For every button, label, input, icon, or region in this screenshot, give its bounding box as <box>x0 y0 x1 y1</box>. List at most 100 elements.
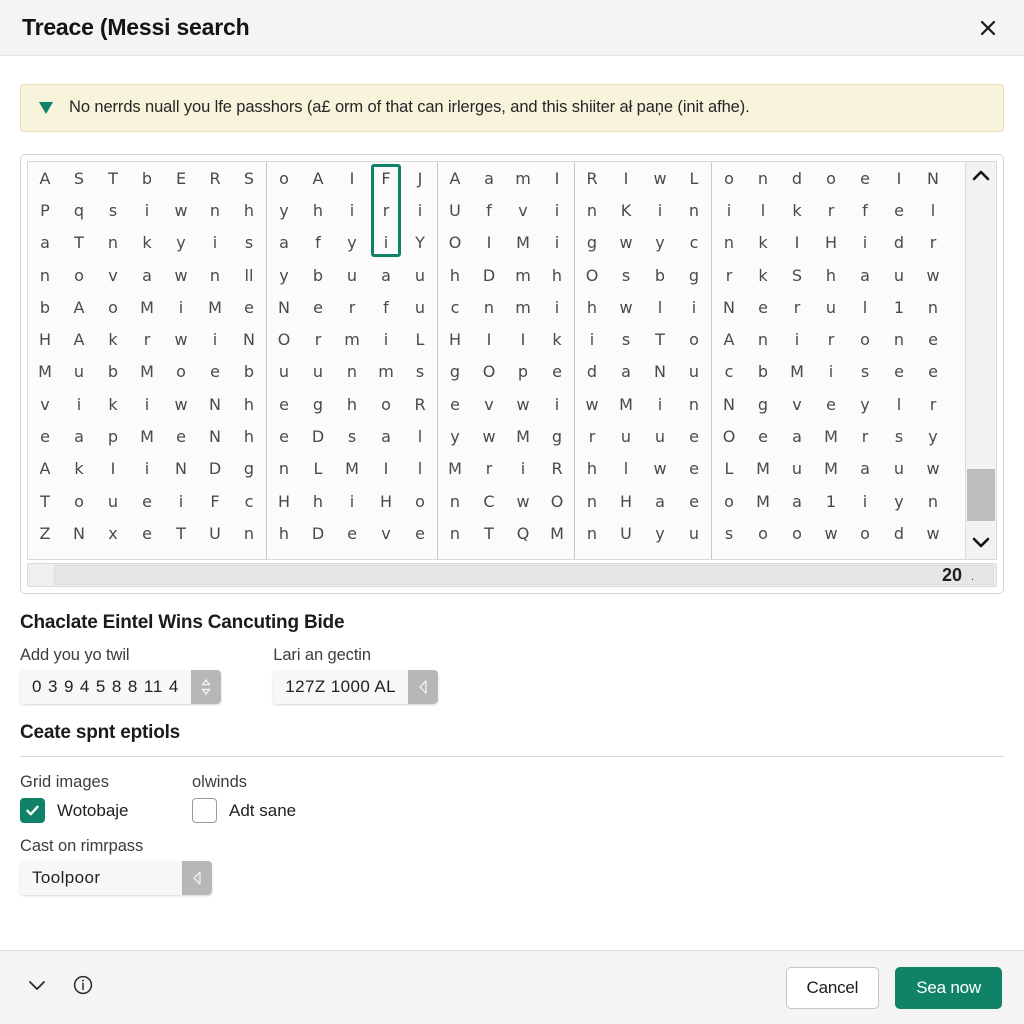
grid-cell[interactable]: c <box>712 362 746 381</box>
grid-cell[interactable]: w <box>609 233 643 252</box>
grid-cell[interactable]: o <box>712 492 746 511</box>
grid-cell[interactable]: N <box>643 362 677 381</box>
grid-cell[interactable]: i <box>848 233 882 252</box>
grid-horizontal-scrollbar[interactable]: 20 . <box>27 563 997 587</box>
grid-cell[interactable]: n <box>232 524 266 543</box>
grid-cell[interactable]: w <box>916 524 950 543</box>
cast-select-value[interactable]: Toolpoor <box>20 861 182 895</box>
grid-cell[interactable]: a <box>28 233 62 252</box>
grid-cell[interactable]: N <box>164 459 198 478</box>
grid-cell[interactable]: w <box>814 524 848 543</box>
grid-cell[interactable]: D <box>472 266 506 285</box>
grid-cell[interactable]: y <box>916 427 950 446</box>
grid-cell[interactable]: c <box>232 492 266 511</box>
grid-cell[interactable]: a <box>130 266 164 285</box>
grid-cell[interactable]: c <box>438 298 472 317</box>
grid-cell[interactable]: M <box>198 298 232 317</box>
grid-cell[interactable]: u <box>882 459 916 478</box>
cancel-button[interactable]: Cancel <box>785 966 880 1009</box>
grid-cell[interactable]: k <box>746 266 780 285</box>
stepper-updown-button[interactable] <box>191 670 222 704</box>
grid-cell[interactable]: w <box>472 427 506 446</box>
grid-cell[interactable]: H <box>438 330 472 349</box>
grid-cell[interactable]: o <box>164 362 198 381</box>
grid-cell[interactable]: w <box>164 330 198 349</box>
grid-cell[interactable]: N <box>267 298 301 317</box>
grid-cell[interactable]: y <box>438 427 472 446</box>
grid-cell[interactable]: e <box>882 201 916 220</box>
grid-cell[interactable]: i <box>814 362 848 381</box>
grid-cell[interactable]: u <box>62 362 96 381</box>
grid-cell[interactable]: D <box>301 524 335 543</box>
grid-cell[interactable]: O <box>472 362 506 381</box>
grid-cell[interactable]: i <box>130 395 164 414</box>
grid-cell[interactable]: u <box>780 459 814 478</box>
grid-cell[interactable]: y <box>848 395 882 414</box>
grid-cell[interactable]: e <box>677 492 711 511</box>
grid-cell[interactable]: l <box>403 459 437 478</box>
grid-cell[interactable]: M <box>438 459 472 478</box>
grid-cell[interactable]: e <box>438 395 472 414</box>
grid-cell[interactable]: O <box>540 492 574 511</box>
grid-cell[interactable]: u <box>301 362 335 381</box>
grid-cell[interactable]: s <box>232 233 266 252</box>
scroll-up-button[interactable] <box>966 162 996 192</box>
grid-cell[interactable]: D <box>198 459 232 478</box>
grid-cell[interactable]: i <box>198 330 232 349</box>
grid-cell[interactable]: e <box>267 427 301 446</box>
grid-cell[interactable]: w <box>643 459 677 478</box>
grid-cell[interactable]: y <box>164 233 198 252</box>
grid-cell[interactable]: M <box>540 524 574 543</box>
grid-cell[interactable]: T <box>643 330 677 349</box>
grid-cell[interactable]: g <box>438 362 472 381</box>
checkbox-label[interactable]: Adt sane <box>229 801 296 821</box>
grid-cell[interactable]: s <box>96 201 130 220</box>
grid-cell[interactable]: u <box>335 266 369 285</box>
grid-cell[interactable]: H <box>267 492 301 511</box>
grid-cell[interactable]: i <box>335 201 369 220</box>
grid-cell[interactable]: o <box>848 330 882 349</box>
grid-cell[interactable]: o <box>780 524 814 543</box>
grid-cell[interactable]: u <box>677 362 711 381</box>
grid-cell[interactable]: n <box>677 395 711 414</box>
grid-cell[interactable]: v <box>28 395 62 414</box>
grid-cell[interactable]: k <box>746 233 780 252</box>
grid-cell[interactable]: n <box>198 201 232 220</box>
grid-cell[interactable]: M <box>746 492 780 511</box>
grid-cell[interactable]: h <box>232 395 266 414</box>
grid-cell[interactable]: M <box>506 233 540 252</box>
grid-cell[interactable]: m <box>506 298 540 317</box>
grid-cell[interactable]: D <box>301 427 335 446</box>
grid-cell[interactable]: m <box>506 266 540 285</box>
grid-cell[interactable]: n <box>438 524 472 543</box>
grid-cell[interactable]: O <box>267 330 301 349</box>
scroll-down-button[interactable] <box>966 529 996 559</box>
grid-cell[interactable]: s <box>609 266 643 285</box>
grid-cell[interactable]: s <box>712 524 746 543</box>
grid-cell[interactable]: r <box>916 395 950 414</box>
grid-cell[interactable]: b <box>130 169 164 188</box>
grid-cell[interactable]: o <box>848 524 882 543</box>
grid-cell[interactable]: I <box>540 169 574 188</box>
grid-cell[interactable]: g <box>232 459 266 478</box>
grid-cell[interactable]: a <box>780 427 814 446</box>
grid-cell[interactable]: a <box>369 266 403 285</box>
grid-cell[interactable]: e <box>848 169 882 188</box>
grid-cell[interactable]: l <box>403 427 437 446</box>
search-now-button[interactable]: Sea now <box>895 966 1002 1009</box>
grid-cell[interactable]: a <box>369 427 403 446</box>
grid-cell[interactable]: c <box>677 233 711 252</box>
grid-cell[interactable]: I <box>506 330 540 349</box>
grid-cell[interactable]: n <box>882 330 916 349</box>
grid-cell[interactable]: f <box>301 233 335 252</box>
grid-cell[interactable]: i <box>369 330 403 349</box>
grid-cell[interactable]: o <box>746 524 780 543</box>
grid-cell[interactable]: v <box>472 395 506 414</box>
grid-cell[interactable]: p <box>96 427 130 446</box>
grid-cell[interactable]: q <box>62 201 96 220</box>
grid-cell[interactable]: h <box>575 298 609 317</box>
grid-cell[interactable]: d <box>882 524 916 543</box>
grid-cell[interactable]: I <box>472 233 506 252</box>
grid-cell[interactable]: M <box>814 459 848 478</box>
grid-cell[interactable]: y <box>267 201 301 220</box>
